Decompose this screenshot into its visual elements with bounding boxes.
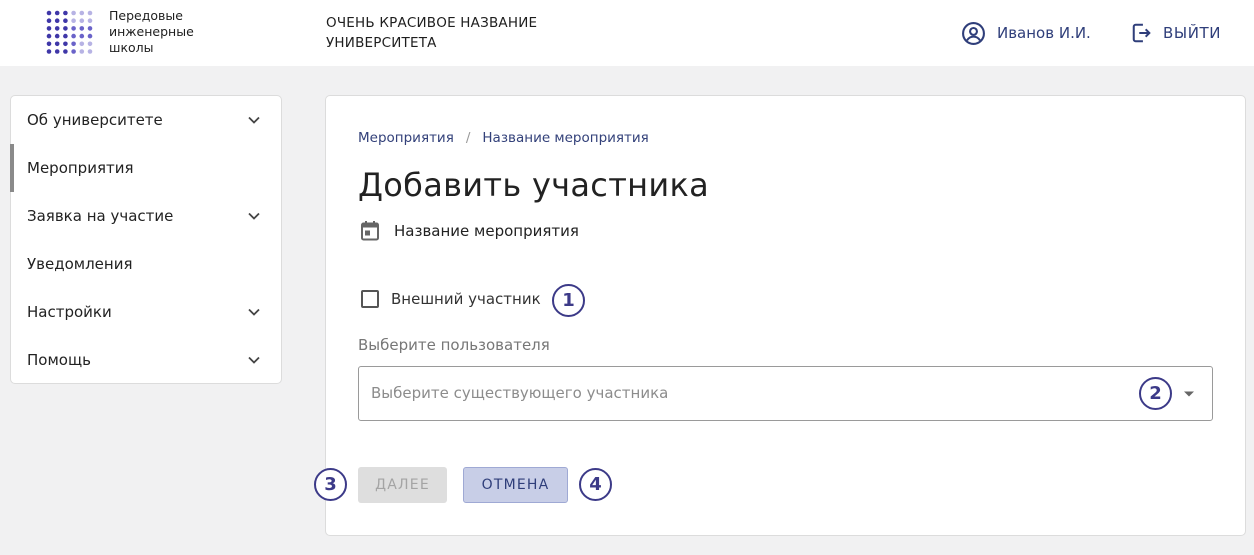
sidebar-item-label: Об университете (27, 111, 163, 129)
sidebar-menu: Об университете Мероприятия Заявка на уч… (10, 95, 282, 384)
external-participant-checkbox[interactable] (361, 290, 379, 308)
logo-dot (63, 41, 68, 47)
logo-dot (71, 33, 76, 39)
logo-line-3: школы (109, 40, 154, 55)
annotation-badge-1: 1 (552, 284, 585, 317)
logo-text: Передовые инженерные школы (109, 8, 219, 56)
sidebar-item-about[interactable]: Об университете (11, 96, 281, 144)
university-title: ОЧЕНЬ КРАСИВОЕ НАЗВАНИЕ УНИВЕРСИТЕТА (326, 13, 586, 53)
logo-dot (46, 33, 52, 39)
annotation-badge-4: 4 (579, 468, 612, 501)
dropdown-arrow-icon[interactable] (1183, 390, 1195, 398)
sidebar-item-help[interactable]: Помощь (11, 336, 281, 384)
logo-dot (79, 10, 85, 16)
sidebar-item-label: Уведомления (27, 255, 133, 273)
chevron-down-icon (248, 116, 260, 124)
cancel-button[interactable]: ОТМЕНА (463, 467, 568, 503)
breadcrumb-separator: / (465, 130, 471, 146)
sidebar-item-events[interactable]: Мероприятия (10, 144, 281, 192)
university-title-line-2: УНИВЕРСИТЕТА (326, 35, 437, 51)
logo-dot (87, 49, 93, 54)
calendar-icon (361, 221, 379, 241)
external-participant-label[interactable]: Внешний участник (391, 290, 541, 308)
logo-dot (63, 33, 68, 39)
logo-dot (46, 26, 52, 31)
logo-dot (87, 26, 93, 31)
logo-dot (54, 26, 60, 31)
logo-dot (87, 41, 93, 47)
account-circle-icon (962, 21, 985, 45)
logo-dot (54, 41, 60, 47)
logo-dot (87, 33, 93, 39)
user-name: Иванов И.И. (997, 24, 1091, 42)
logo-dot (71, 18, 76, 23)
logo-dot (46, 18, 52, 23)
sidebar-item-label: Помощь (27, 351, 91, 369)
event-info: Название мероприятия (360, 220, 579, 241)
logo-dot (46, 49, 52, 54)
logo-dot (63, 49, 68, 54)
user-field-label: Выберите пользователя (358, 336, 550, 354)
chevron-down-icon (248, 308, 260, 316)
logo-dot (54, 33, 60, 39)
user-profile-button[interactable]: Иванов И.И. (961, 21, 1091, 45)
sidebar-item-label: Заявка на участие (27, 207, 174, 225)
sidebar-item-label: Мероприятия (27, 159, 134, 177)
next-button[interactable]: ДАЛЕЕ (358, 467, 447, 503)
logo-dot (79, 41, 85, 47)
main-card: Мероприятия / Название мероприятия Добав… (314, 95, 1246, 536)
sidebar-item-notifications[interactable]: Уведомления (11, 240, 281, 288)
sidebar-item-settings[interactable]: Настройки (11, 288, 281, 336)
logo-dot (54, 18, 60, 23)
annotation-badge-2: 2 (1139, 377, 1172, 410)
logo-dot (54, 49, 60, 54)
logo-dot (79, 18, 85, 23)
top-header: Передовые инженерные школы ОЧЕНЬ КРАСИВО… (0, 0, 1254, 66)
chevron-down-icon (248, 356, 260, 364)
logo-dot (79, 33, 85, 39)
event-name: Название мероприятия (394, 221, 579, 240)
logo-dot (71, 10, 76, 16)
logo-dot (71, 49, 76, 54)
logo-dot (63, 26, 68, 31)
logout-label: ВЫЙТИ (1163, 24, 1222, 42)
page-title: Добавить участника (358, 166, 709, 204)
logo-line-1: Передовые (109, 8, 183, 23)
breadcrumb-events-link[interactable]: Мероприятия (358, 130, 454, 146)
sidebar-item-label: Настройки (27, 303, 112, 321)
logo-dot (46, 41, 52, 47)
logo-dot (87, 10, 93, 16)
logo-dot (54, 10, 60, 16)
university-title-line-1: ОЧЕНЬ КРАСИВОЕ НАЗВАНИЕ (326, 15, 538, 31)
logo-line-2: инженерные (109, 24, 194, 39)
logo-dot (46, 10, 52, 16)
logo-dot (71, 26, 76, 31)
logo-dot (87, 18, 93, 23)
user-select-placeholder: Выберите существующего участника (371, 384, 669, 402)
chevron-down-icon (248, 212, 260, 220)
breadcrumb: Мероприятия / Название мероприятия (358, 130, 649, 146)
logout-button[interactable]: ВЫЙТИ (1131, 21, 1221, 45)
logo-dot (79, 49, 85, 54)
user-select[interactable]: Выберите существующего участника (358, 366, 1213, 421)
annotation-badge-3: 3 (314, 468, 347, 501)
logo-dot (63, 18, 68, 23)
logo-dot (71, 41, 76, 47)
logout-icon (1132, 23, 1151, 43)
external-participant-row: Внешний участник (361, 290, 541, 308)
logo-dot (79, 26, 85, 31)
sidebar-item-application[interactable]: Заявка на участие (11, 192, 281, 240)
logo-icon[interactable] (46, 10, 94, 55)
logo-dot (63, 10, 68, 16)
breadcrumb-event-link[interactable]: Название мероприятия (482, 130, 648, 146)
